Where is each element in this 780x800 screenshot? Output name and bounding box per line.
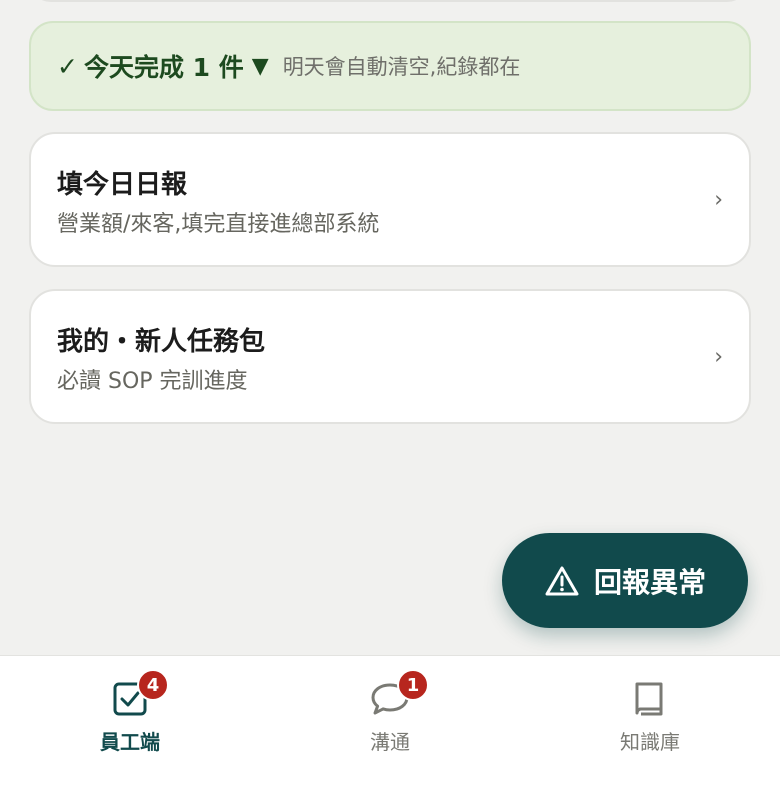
- tab-knowledge-base[interactable]: 知識庫: [570, 678, 730, 768]
- notification-badge: 4: [137, 669, 169, 701]
- newcomer-tasks-subtitle: 必讀 SOP 完訓進度: [57, 369, 248, 394]
- tab-staff[interactable]: 4 員工端: [50, 669, 210, 768]
- completed-note: 明天會自動清空,紀錄都在: [282, 55, 521, 79]
- chevron-right-icon: ›: [714, 187, 723, 212]
- completed-count-label: 今天完成 1 件: [83, 53, 244, 82]
- report-issue-label: 回報異常: [593, 565, 706, 599]
- report-issue-button[interactable]: 回報異常: [502, 533, 748, 628]
- daily-report-title: 填今日日報: [57, 170, 188, 200]
- tab-staff-icon-wrap: 4: [110, 669, 169, 718]
- daily-report-subtitle: 營業額/來客,填完直接進總部系統: [57, 212, 380, 237]
- previous-card-edge: [29, 0, 749, 2]
- tab-communication-label: 溝通: [370, 730, 410, 754]
- tab-knowledge-base-label: 知識庫: [620, 730, 680, 754]
- newcomer-tasks-title: 我的・新人任務包: [57, 327, 266, 357]
- bottom-tab-bar: 4 員工端 1 溝通 知識庫: [0, 655, 780, 800]
- completed-today-banner[interactable]: ✓ 今天完成 1 件 ▼ 明天會自動清空,紀錄都在: [29, 21, 751, 111]
- daily-report-card[interactable]: 填今日日報 營業額/來客,填完直接進總部系統 ›: [29, 132, 751, 267]
- expand-triangle-icon[interactable]: ▼: [252, 54, 269, 79]
- tab-knowledge-base-icon-wrap: [630, 678, 670, 718]
- tab-communication-icon-wrap: 1: [370, 669, 429, 718]
- chevron-right-icon: ›: [714, 344, 723, 369]
- checkmark-icon: ✓: [57, 51, 78, 81]
- warning-triangle-icon: [545, 566, 579, 595]
- notification-badge: 1: [397, 669, 429, 701]
- newcomer-tasks-card[interactable]: 我的・新人任務包 必讀 SOP 完訓進度 ›: [29, 289, 751, 424]
- book-icon: [635, 682, 663, 716]
- tab-communication[interactable]: 1 溝通: [310, 669, 470, 768]
- completed-count: ✓ 今天完成 1 件 ▼: [57, 48, 269, 84]
- tab-staff-label: 員工端: [100, 730, 160, 754]
